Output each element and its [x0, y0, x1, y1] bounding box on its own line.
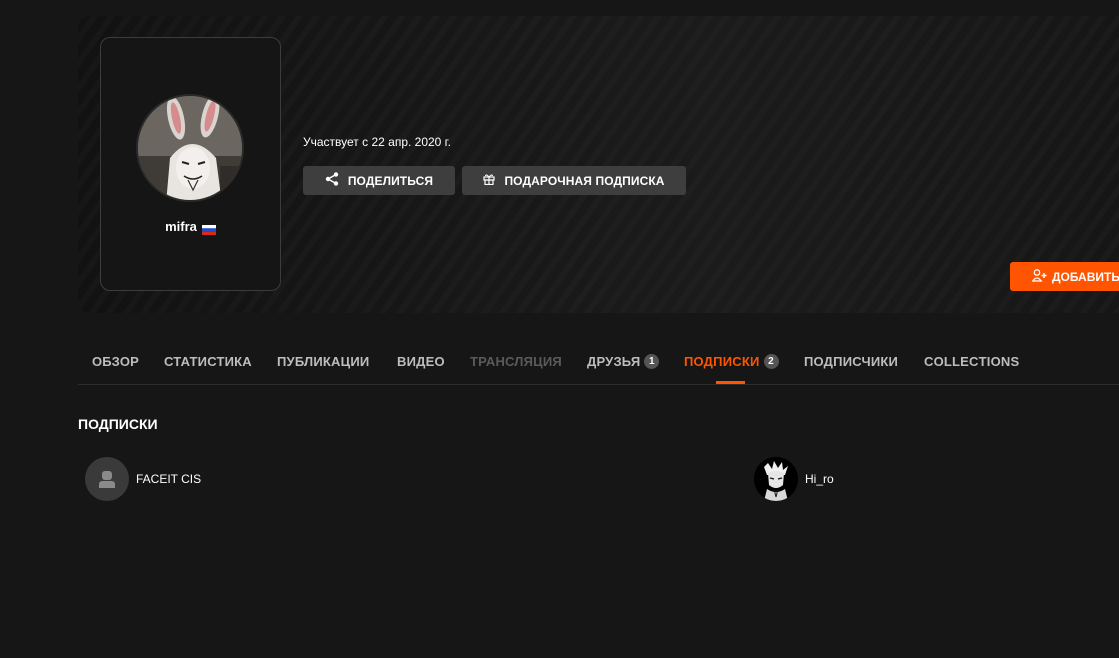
tab-overview[interactable]: ОБЗОР	[92, 354, 139, 369]
tab-subscriptions[interactable]: ПОДПИСКИ 2	[684, 354, 779, 369]
tab-statistics[interactable]: СТАТИСТИКА	[164, 354, 252, 369]
tab-label: ПОДПИСЧИКИ	[804, 354, 899, 369]
gift-subscription-button[interactable]: ПОДАРОЧНАЯ ПОДПИСКА	[462, 166, 686, 195]
add-friend-button[interactable]: ДОБАВИТЬ	[1010, 262, 1119, 291]
member-since: Участвует с 22 апр. 2020 г.	[303, 135, 451, 149]
anime-character-avatar	[754, 456, 798, 501]
profile-avatar	[136, 94, 244, 202]
share-button-label: ПОДЕЛИТЬСЯ	[347, 173, 434, 188]
tab-publications[interactable]: ПУБЛИКАЦИИ	[277, 354, 369, 369]
friends-count-badge: 1	[644, 354, 660, 369]
tab-label: ПОДПИСКИ	[684, 354, 760, 369]
share-button[interactable]: ПОДЕЛИТЬСЯ	[303, 166, 455, 195]
tab-label: COLLECTIONS	[924, 354, 1020, 369]
tab-label: ДРУЗЬЯ	[587, 354, 641, 369]
tab-friends[interactable]: ДРУЗЬЯ 1	[587, 354, 660, 369]
tab-followers[interactable]: ПОДПИСЧИКИ	[804, 354, 898, 369]
subscriptions-count-badge: 2	[763, 354, 779, 369]
tab-label: ВИДЕО	[397, 354, 445, 369]
add-friend-label: ДОБАВИТЬ	[1052, 269, 1119, 284]
gift-button-label: ПОДАРОЧНАЯ ПОДПИСКА	[504, 173, 665, 188]
nickname-row: mifra	[101, 219, 280, 235]
profile-card: mifra	[100, 37, 281, 291]
subscription-name: Hi_ro	[805, 471, 834, 486]
tab-label: ОБЗОР	[92, 354, 140, 369]
gift-icon	[483, 173, 496, 188]
masked-rabbit-avatar-image	[138, 96, 242, 200]
profile-tabs: ОБЗОР СТАТИСТИКА ПУБЛИКАЦИИ ВИДЕО ТРАНСЛ…	[78, 340, 1119, 385]
tab-video[interactable]: ВИДЕО	[397, 354, 445, 369]
tab-collections[interactable]: COLLECTIONS	[924, 354, 1019, 369]
profile-nickname: mifra	[165, 219, 197, 234]
tab-label: ПУБЛИКАЦИИ	[277, 354, 370, 369]
russia-flag-icon	[201, 222, 216, 235]
section-title: ПОДПИСКИ	[78, 416, 158, 432]
share-icon	[325, 172, 339, 189]
subscription-item[interactable]: FACEIT CIS	[85, 456, 201, 501]
tab-label: ТРАНСЛЯЦИЯ	[470, 354, 562, 369]
subscription-item[interactable]: Hi_ro	[754, 456, 834, 501]
tab-stream: ТРАНСЛЯЦИЯ	[470, 354, 562, 369]
tab-label: СТАТИСТИКА	[164, 354, 252, 369]
active-tab-indicator	[716, 381, 745, 384]
subscription-name: FACEIT CIS	[136, 471, 202, 486]
default-user-icon	[85, 456, 129, 501]
profile-banner: mifra Участвует с 22 апр. 2020 г. ПОДЕЛИ…	[78, 16, 1119, 313]
add-user-icon	[1031, 268, 1047, 285]
